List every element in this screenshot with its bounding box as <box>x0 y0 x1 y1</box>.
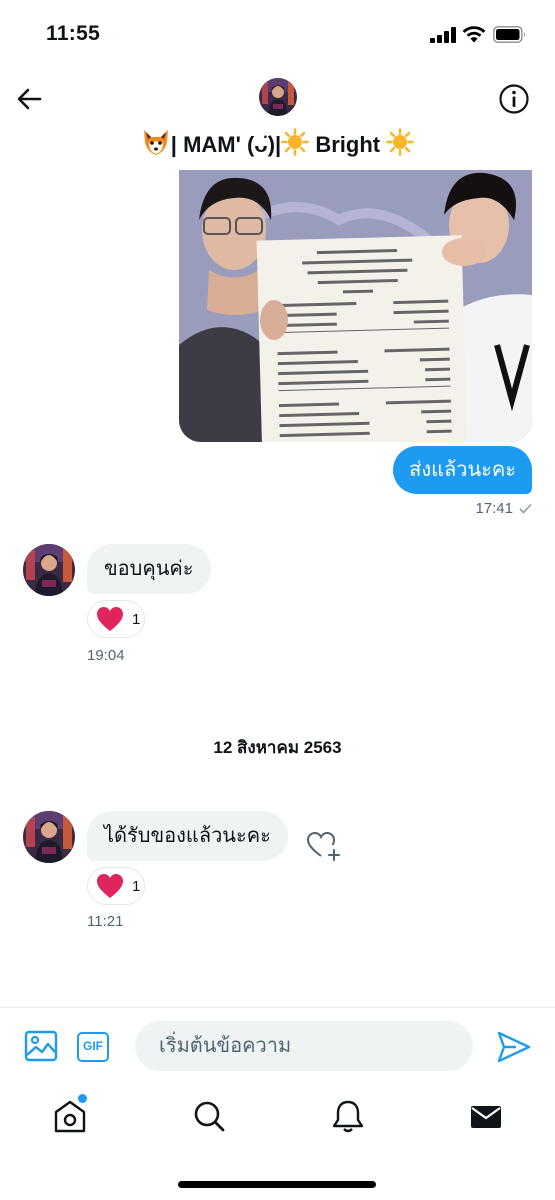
back-arrow-icon[interactable] <box>12 82 46 116</box>
received-message-time: 19:04 <box>87 647 125 664</box>
image-icon[interactable] <box>24 1029 58 1063</box>
heart-icon <box>97 874 123 898</box>
gif-button[interactable]: GIF <box>77 1032 109 1062</box>
sun-emoji-icon <box>386 128 415 156</box>
info-icon[interactable] <box>498 83 530 115</box>
home-icon <box>54 1100 86 1133</box>
bell-icon <box>332 1100 364 1133</box>
cellular-signal-icon <box>430 27 456 43</box>
heart-reaction[interactable]: 1 <box>87 867 145 905</box>
receipt-photo <box>179 170 532 442</box>
nav-messages[interactable] <box>469 1098 505 1134</box>
received-message-bubble[interactable]: ได้รับของแล้วนะคะ <box>87 811 288 861</box>
home-indicator[interactable] <box>178 1181 376 1188</box>
received-message-time: 11:21 <box>87 913 124 930</box>
title-bright: Bright <box>309 132 387 157</box>
title-name: | MAM' (ᴗ̈)| <box>170 132 282 157</box>
nav-notifications[interactable] <box>331 1098 367 1134</box>
conversation-title[interactable]: | MAM' (ᴗ̈)| Bright <box>0 128 555 158</box>
heart-icon <box>97 607 123 631</box>
conversation-header: | MAM' (ᴗ̈)| Bright <box>0 62 555 170</box>
fox-emoji-icon <box>143 130 168 155</box>
sun-emoji-icon <box>281 128 310 156</box>
battery-icon <box>493 26 525 43</box>
received-message-bubble[interactable]: ขอบคุนค่ะ <box>87 544 211 594</box>
message-input[interactable] <box>135 1021 473 1071</box>
sent-photo-message[interactable] <box>179 170 532 442</box>
date-divider: 12 สิงหาคม 2563 <box>213 738 342 757</box>
sent-message-meta: 17:41 <box>475 500 532 517</box>
search-icon <box>194 1101 225 1132</box>
status-bar: 11:55 <box>0 0 555 62</box>
reaction-count: 1 <box>132 610 141 628</box>
wifi-icon <box>462 26 486 43</box>
reaction-count: 1 <box>132 877 141 895</box>
add-reaction-heart-icon[interactable] <box>306 829 342 863</box>
sender-avatar[interactable] <box>23 811 75 863</box>
heart-reaction[interactable]: 1 <box>87 600 145 638</box>
message-composer: GIF <box>0 1007 555 1084</box>
sent-message-bubble[interactable]: ส่งแล้วนะคะ <box>393 446 532 494</box>
status-time: 11:55 <box>46 22 101 45</box>
nav-home[interactable] <box>53 1094 89 1134</box>
notification-dot <box>78 1094 87 1103</box>
nav-search[interactable] <box>191 1098 227 1134</box>
send-icon[interactable] <box>496 1030 532 1064</box>
sent-message-time: 17:41 <box>475 500 513 517</box>
check-icon <box>519 503 532 514</box>
header-avatar[interactable] <box>259 78 297 116</box>
sender-avatar[interactable] <box>23 544 75 596</box>
mail-icon <box>471 1106 501 1128</box>
